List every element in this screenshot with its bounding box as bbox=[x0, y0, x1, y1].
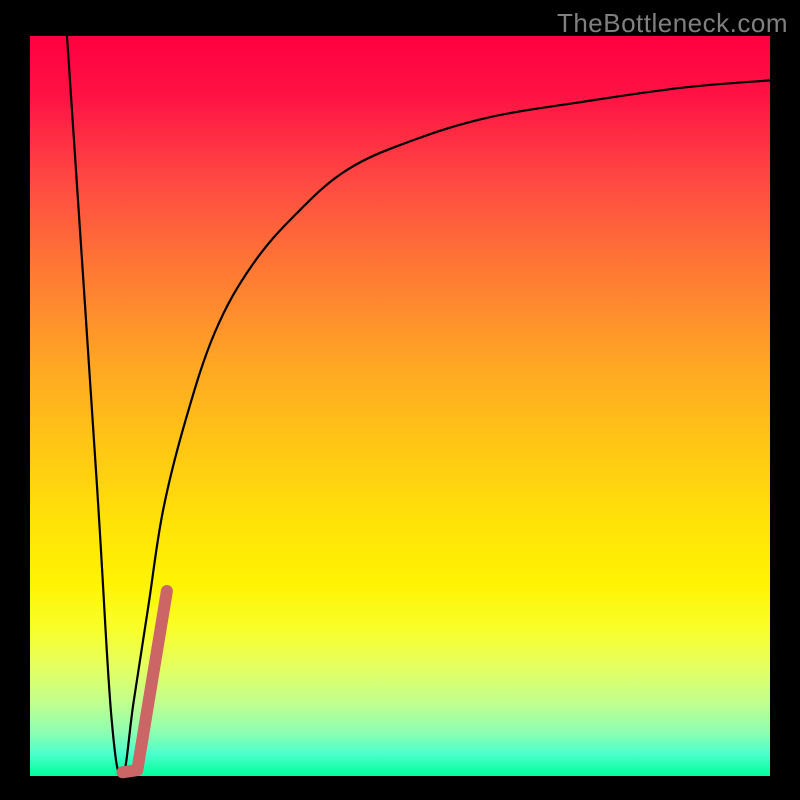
black-curve-path bbox=[67, 36, 770, 776]
plot-area bbox=[30, 36, 770, 776]
chart-stage: TheBottleneck.com bbox=[0, 0, 800, 800]
watermark-text: TheBottleneck.com bbox=[557, 8, 788, 39]
curve-layer bbox=[30, 36, 770, 776]
